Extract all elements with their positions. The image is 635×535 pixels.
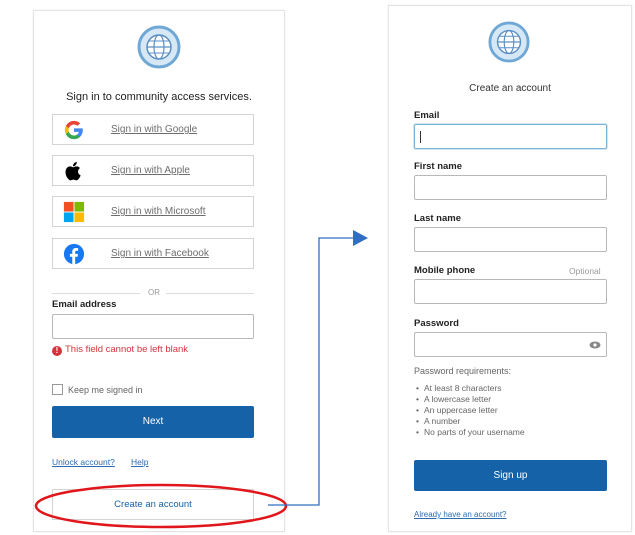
arrow-head-icon — [353, 230, 368, 246]
highlight-circle — [34, 483, 288, 529]
connector-line — [268, 237, 354, 506]
annotation-overlay — [34, 230, 368, 529]
